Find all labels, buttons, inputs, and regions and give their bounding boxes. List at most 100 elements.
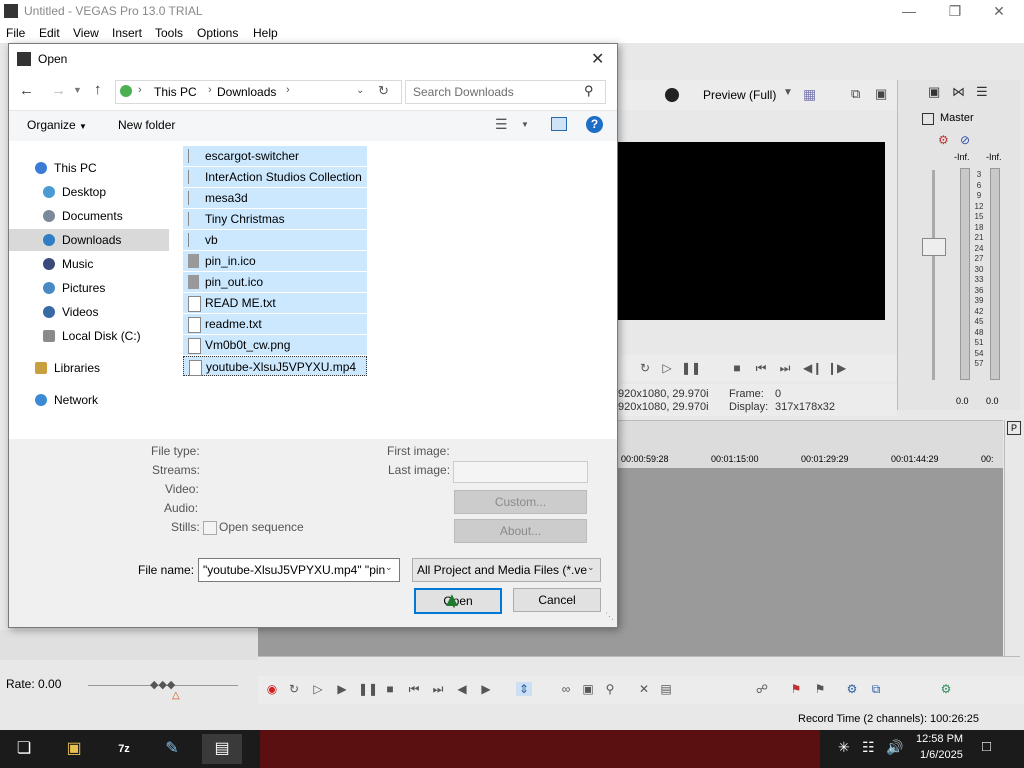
chevron-down-icon[interactable]: ⌄: [385, 562, 393, 573]
nav-desktop[interactable]: Desktop: [9, 181, 169, 203]
notepad-icon[interactable]: ✎: [152, 734, 192, 764]
menu-edit[interactable]: Edit: [39, 26, 60, 40]
open-sequence-checkbox[interactable]: [203, 521, 217, 535]
recent-chevron-icon[interactable]: ▼: [73, 85, 82, 95]
pause-icon-main[interactable]: ❚❚: [358, 682, 378, 696]
play-from-start-icon-main[interactable]: ▷: [310, 682, 326, 696]
volume-fader-handle[interactable]: [922, 238, 946, 256]
record-icon[interactable]: ◉: [264, 682, 280, 696]
group-icon[interactable]: ⚙: [938, 682, 954, 696]
play-icon[interactable]: ▶: [334, 682, 350, 696]
chevron-down-icon[interactable]: ▼: [783, 87, 793, 98]
go-to-end-icon[interactable]: ⏭: [777, 361, 793, 375]
timeline-ruler[interactable]: 00:00:59:28 00:01:15:00 00:01:29:29 00:0…: [617, 420, 1003, 469]
go-to-start-icon[interactable]: ⏮: [753, 361, 769, 375]
horizontal-scrollbar[interactable]: [258, 656, 1020, 671]
prev-frame-icon[interactable]: ◀❙: [803, 361, 822, 375]
auto-ripple-icon[interactable]: ⧉: [868, 682, 884, 696]
list-item[interactable]: escargot-switcher: [183, 146, 367, 166]
clock-date[interactable]: 1/6/2025: [920, 749, 963, 761]
snapping-icon[interactable]: ⚙: [844, 682, 860, 696]
list-item[interactable]: readme.txt: [183, 314, 367, 334]
start-windows-icon[interactable]: ❏: [4, 734, 44, 764]
breadcrumb-this-pc[interactable]: This PC: [154, 85, 197, 99]
search-icon[interactable]: ⚲: [584, 83, 594, 99]
menu-file[interactable]: File: [6, 26, 25, 40]
zoom-tool-icon[interactable]: ⚲: [602, 682, 618, 696]
save-snapshot-icon[interactable]: ▣: [875, 86, 887, 102]
nav-pictures[interactable]: Pictures: [9, 277, 169, 299]
file-type-select[interactable]: All Project and Media Files (*.ve ⌄: [412, 558, 601, 582]
menu-view[interactable]: View: [73, 26, 99, 40]
list-item[interactable]: Vm0b0t_cw.png: [183, 335, 367, 355]
p-marker-icon[interactable]: P: [1007, 421, 1021, 435]
list-item[interactable]: Tiny Christmas: [183, 209, 367, 229]
nav-network[interactable]: Network: [9, 389, 169, 411]
delete-icon[interactable]: ✕: [636, 682, 652, 696]
view-dropdown-icon[interactable]: ▼: [521, 120, 529, 129]
dialog-close-icon[interactable]: ✕: [591, 49, 604, 69]
nav-downloads[interactable]: Downloads: [9, 229, 169, 251]
normal-edit-tool-icon[interactable]: ⇕: [516, 682, 532, 696]
action-center-icon[interactable]: □: [982, 738, 991, 755]
region-icon[interactable]: ⚑: [812, 682, 828, 696]
vertical-scrollbar[interactable]: P: [1004, 420, 1023, 656]
nav-this-pc[interactable]: This PC: [9, 157, 169, 179]
trim-icon[interactable]: ▤: [658, 682, 674, 696]
mute-icon[interactable]: ⚙: [938, 133, 949, 147]
menu-tools[interactable]: Tools: [155, 26, 183, 40]
forward-arrow-icon[interactable]: →: [51, 82, 66, 99]
rate-reset-icon[interactable]: △: [172, 690, 180, 701]
preview-pane-icon[interactable]: [551, 117, 567, 131]
loop-playback-icon[interactable]: ↻: [286, 682, 302, 696]
up-arrow-icon[interactable]: ↑: [94, 81, 102, 98]
list-item[interactable]: vb: [183, 230, 367, 250]
stop-icon-main[interactable]: ■: [382, 682, 398, 696]
loop-icon[interactable]: ↻: [637, 361, 653, 375]
address-bar[interactable]: › This PC › Downloads › ⌄ ↻: [115, 80, 402, 104]
network-icon[interactable]: ☷: [862, 739, 875, 756]
go-to-end-icon-main[interactable]: ⏭: [430, 682, 446, 696]
selection-tool-icon[interactable]: ▣: [580, 682, 596, 696]
view-options-icon[interactable]: ☰: [495, 116, 508, 133]
lock-icon[interactable]: ☍: [754, 682, 770, 696]
list-item[interactable]: READ ME.txt: [183, 293, 367, 313]
refresh-icon[interactable]: ↻: [378, 83, 389, 99]
resize-grip-icon[interactable]: ⋱: [605, 611, 614, 622]
pause-icon[interactable]: ❚❚: [681, 361, 701, 375]
restore-icon[interactable]: ❐: [932, 0, 978, 23]
list-item[interactable]: InterAction Studios Collection: [183, 167, 367, 187]
nav-libraries[interactable]: Libraries: [9, 357, 169, 379]
stop-icon[interactable]: ■: [729, 361, 745, 375]
brightness-icon[interactable]: ✳: [838, 739, 850, 756]
organize-button[interactable]: Organize ▼: [27, 118, 87, 132]
cancel-button[interactable]: Cancel: [513, 588, 601, 612]
next-frame-icon-main[interactable]: ▶: [478, 682, 494, 696]
next-frame-icon[interactable]: ❙▶: [827, 361, 846, 375]
nav-documents[interactable]: Documents: [9, 205, 169, 227]
nav-local-disk[interactable]: Local Disk (C:): [9, 325, 169, 347]
clock-time[interactable]: 12:58 PM: [916, 733, 963, 745]
close-icon[interactable]: ✕: [976, 0, 1022, 23]
minimize-icon[interactable]: —: [886, 0, 932, 23]
mixer-tool-icon[interactable]: ▣: [928, 84, 940, 100]
breadcrumb-downloads[interactable]: Downloads: [217, 85, 276, 99]
file-explorer-icon[interactable]: ▣: [54, 734, 94, 764]
search-input-placeholder[interactable]: Search Downloads: [413, 85, 514, 99]
vegas-taskbar-icon[interactable]: ▤: [202, 734, 242, 764]
list-item[interactable]: mesa3d: [183, 188, 367, 208]
list-item[interactable]: pin_in.ico: [183, 251, 367, 271]
marker-icon[interactable]: ⚑: [788, 682, 804, 696]
chevron-down-icon[interactable]: ⌄: [587, 562, 595, 573]
menu-options[interactable]: Options: [197, 26, 238, 40]
menu-help[interactable]: Help: [253, 26, 278, 40]
7zip-icon[interactable]: 7z: [104, 734, 144, 764]
navigation-pane[interactable]: This PC Desktop Documents Downloads Musi…: [9, 141, 179, 439]
nav-videos[interactable]: Videos: [9, 301, 169, 323]
mixer-meter-icon[interactable]: ☰: [976, 84, 988, 100]
solo-icon[interactable]: ⊘: [960, 133, 970, 147]
list-item[interactable]: youtube-XlsuJ5VPYXU.mp4: [183, 356, 367, 376]
mixer-fx-icon[interactable]: ⋈: [952, 84, 965, 100]
nav-music[interactable]: Music: [9, 253, 169, 275]
grid-icon[interactable]: ▦: [803, 86, 816, 103]
